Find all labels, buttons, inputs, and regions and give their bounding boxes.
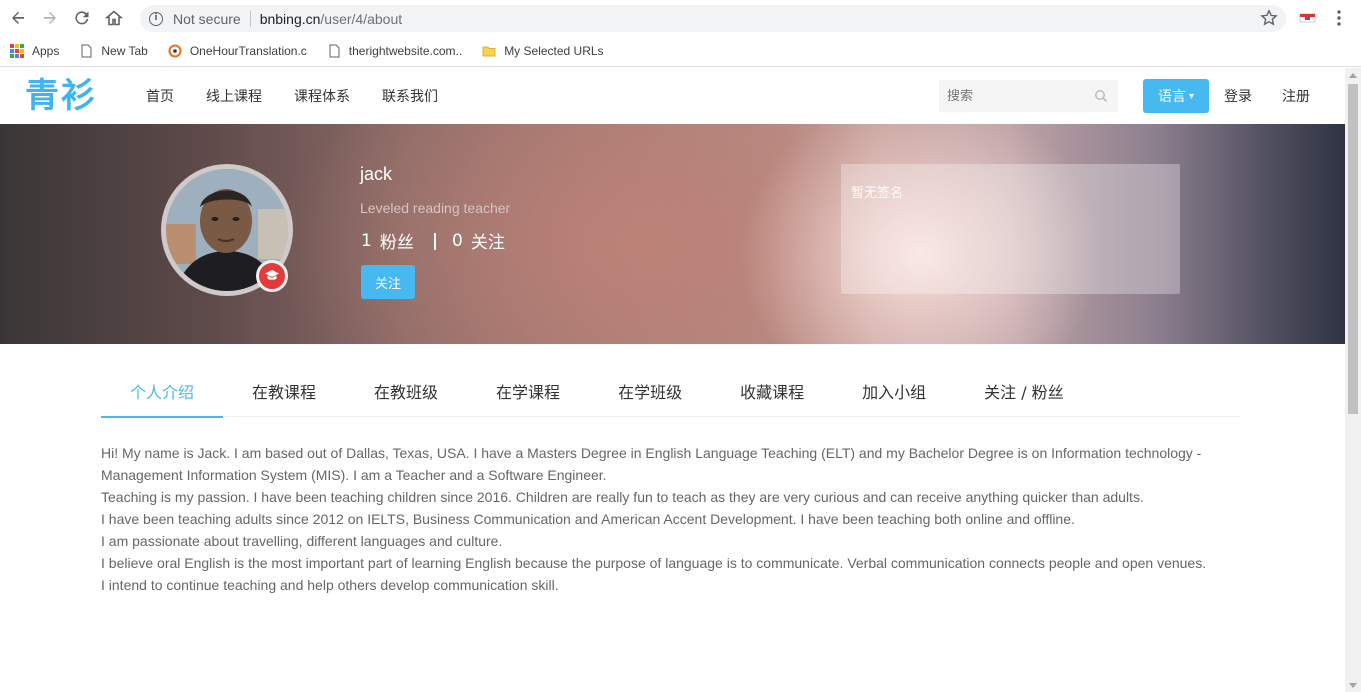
scroll-up-arrow-icon[interactable] bbox=[1349, 73, 1357, 78]
following-label[interactable]: 关注 bbox=[471, 228, 505, 253]
about-paragraph: I am passionate about travelling, differ… bbox=[101, 533, 503, 549]
stats-divider: | bbox=[431, 230, 439, 251]
signature-text: 暂无签名 bbox=[851, 186, 904, 201]
bookmark-label: Apps bbox=[32, 44, 60, 58]
bookmark-label: My Selected URLs bbox=[504, 44, 604, 58]
omnibox-divider bbox=[249, 10, 251, 27]
bookmark-my-selected-urls[interactable]: My Selected URLs bbox=[476, 39, 609, 63]
onehour-icon bbox=[168, 44, 182, 58]
search-box bbox=[939, 80, 1118, 112]
url-path: /user/4/about bbox=[320, 10, 403, 27]
reload-button[interactable] bbox=[66, 0, 98, 36]
search-icon[interactable] bbox=[1094, 89, 1108, 103]
page-scrollbar[interactable] bbox=[1345, 68, 1361, 692]
site-logo[interactable]: 青衫 bbox=[25, 77, 97, 115]
nav-contact-us[interactable]: 联系我们 bbox=[366, 86, 454, 106]
forward-arrow-icon bbox=[44, 11, 56, 24]
bookmark-label: therightwebsite.com.. bbox=[348, 44, 463, 58]
following-count[interactable]: 0 bbox=[452, 231, 463, 251]
home-icon bbox=[105, 10, 123, 26]
about-content: Hi! My name is Jack. I am based out of D… bbox=[101, 442, 1240, 596]
language-label: 语言 bbox=[1157, 89, 1186, 105]
chrome-menu-icon[interactable] bbox=[1331, 9, 1347, 27]
profile-tabs: 个人介绍 在教课程 在教班级 在学课程 在学班级 收藏课程 加入小组 关注 / … bbox=[101, 364, 1240, 418]
bookmark-new-tab[interactable]: New Tab bbox=[73, 39, 153, 63]
language-dropdown[interactable]: 语言 ▾ bbox=[1143, 79, 1209, 113]
browser-toolbar: i Not secure bnbing.cn/user/4/about bbox=[0, 0, 1361, 36]
main-nav: 首页 线上课程 课程体系 联系我们 bbox=[130, 68, 454, 124]
bookmark-apps[interactable]: Apps bbox=[4, 39, 65, 63]
back-arrow-icon bbox=[12, 11, 24, 24]
about-paragraph: I intend to continue teaching and help o… bbox=[101, 577, 559, 593]
url-host: bnbing.cn bbox=[259, 10, 321, 27]
chevron-down-icon: ▾ bbox=[1188, 90, 1195, 102]
tab-about[interactable]: 个人介绍 bbox=[101, 364, 224, 418]
bookmarks-bar: Apps New Tab OneHourTranslation.c therig… bbox=[0, 36, 1361, 67]
reload-icon bbox=[75, 11, 89, 25]
register-link[interactable]: 注册 bbox=[1282, 86, 1310, 106]
scroll-down-arrow-icon[interactable] bbox=[1349, 683, 1357, 688]
login-link[interactable]: 登录 bbox=[1224, 86, 1252, 106]
teacher-badge-icon bbox=[256, 260, 288, 292]
user-name: jack bbox=[360, 164, 393, 184]
user-stats: 1 粉丝 | 0 关注 bbox=[361, 228, 513, 254]
info-icon[interactable]: i bbox=[149, 11, 163, 26]
bookmark-therightwebsite[interactable]: therightwebsite.com.. bbox=[321, 39, 468, 63]
extension-icon[interactable] bbox=[1299, 10, 1316, 24]
search-input[interactable] bbox=[939, 88, 1089, 104]
profile-banner: jack Leveled reading teacher 1 粉丝 | 0 关注… bbox=[0, 124, 1345, 344]
page-icon bbox=[81, 44, 92, 58]
tab-teaching-classes[interactable]: 在教班级 bbox=[345, 364, 467, 417]
nav-course-system[interactable]: 课程体系 bbox=[278, 86, 366, 106]
forward-button[interactable] bbox=[34, 0, 66, 36]
nav-home[interactable]: 首页 bbox=[130, 86, 190, 106]
bookmark-onehourtranslation[interactable]: OneHourTranslation.c bbox=[162, 39, 313, 63]
tab-joined-groups[interactable]: 加入小组 bbox=[833, 364, 955, 417]
about-paragraph: I have been teaching adults since 2012 o… bbox=[101, 511, 1075, 527]
nav-online-courses[interactable]: 线上课程 bbox=[190, 86, 278, 106]
bookmark-label: OneHourTranslation.c bbox=[189, 44, 307, 58]
security-status: Not secure bbox=[173, 10, 241, 27]
tab-learning-courses[interactable]: 在学课程 bbox=[467, 364, 589, 417]
fans-label[interactable]: 粉丝 bbox=[380, 228, 414, 253]
tab-follow-fans[interactable]: 关注 / 粉丝 bbox=[955, 364, 1093, 417]
tab-learning-classes[interactable]: 在学班级 bbox=[589, 364, 711, 417]
bookmark-star-icon[interactable] bbox=[1260, 9, 1278, 27]
follow-button[interactable]: 关注 bbox=[361, 265, 415, 299]
back-button[interactable] bbox=[2, 0, 34, 36]
folder-icon bbox=[482, 46, 496, 57]
about-paragraph: I believe oral English is the most impor… bbox=[101, 555, 1207, 571]
signature-box: 暂无签名 bbox=[841, 164, 1180, 294]
home-button[interactable] bbox=[98, 0, 130, 36]
fans-count[interactable]: 1 bbox=[361, 231, 372, 251]
apps-grid-icon bbox=[10, 44, 24, 58]
page-icon bbox=[329, 44, 340, 58]
tab-favorite-courses[interactable]: 收藏课程 bbox=[711, 364, 833, 417]
tab-teaching-courses[interactable]: 在教课程 bbox=[223, 364, 345, 417]
about-paragraph: Hi! My name is Jack. I am based out of D… bbox=[101, 445, 1202, 483]
address-bar[interactable]: i Not secure bnbing.cn/user/4/about bbox=[140, 5, 1286, 32]
user-title: Leveled reading teacher bbox=[360, 200, 511, 216]
site-header: 青衫 首页 线上课程 课程体系 联系我们 语言 ▾ 登录 注册 bbox=[0, 68, 1345, 124]
scrollbar-thumb[interactable] bbox=[1348, 84, 1358, 414]
about-paragraph: Teaching is my passion. I have been teac… bbox=[101, 489, 1144, 505]
bookmark-label: New Tab bbox=[101, 44, 148, 58]
